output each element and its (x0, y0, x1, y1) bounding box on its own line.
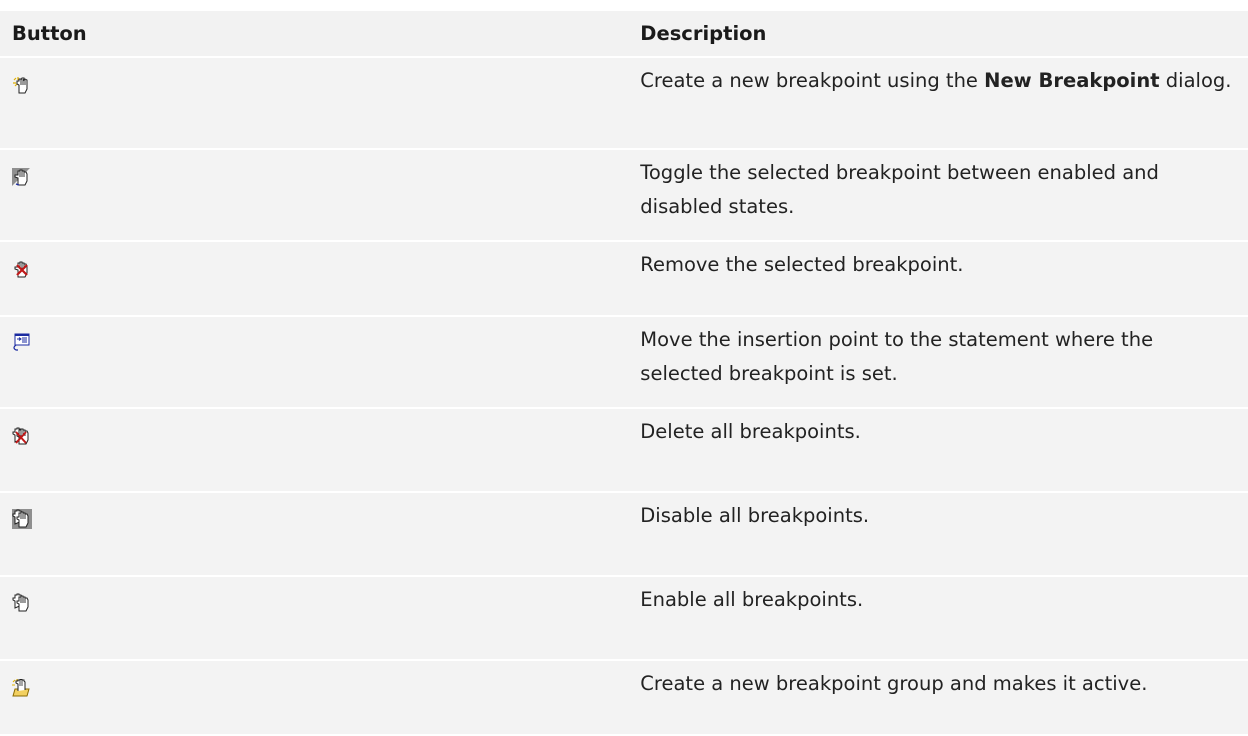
row-description: Disable all breakpoints. (626, 493, 1248, 575)
remove-breakpoint-hand-icon (12, 255, 30, 278)
row-description: Remove the selected breakpoint. (626, 242, 1248, 315)
new-breakpoint-hand-icon (12, 71, 30, 94)
row-description: Enable all breakpoints. (626, 577, 1248, 659)
table-row: Remove the selected breakpoint. (0, 242, 1248, 315)
column-header-description: Description (626, 11, 1248, 56)
table-row: Move the insertion point to the statemen… (0, 317, 1248, 407)
goto-statement-icon (12, 330, 30, 351)
row-description: Create a new breakpoint group and makes … (626, 661, 1248, 734)
disable-all-breakpoints-icon (12, 506, 32, 529)
table-row: Disable all breakpoints. (0, 493, 1248, 575)
table-row: Delete all breakpoints. (0, 409, 1248, 491)
table-row: Toggle the selected breakpoint between e… (0, 150, 1248, 240)
row-description: Toggle the selected breakpoint between e… (626, 150, 1248, 240)
row-description: Delete all breakpoints. (626, 409, 1248, 491)
enable-all-breakpoints-icon (12, 590, 32, 612)
table-row: Create a new breakpoint using the New Br… (0, 58, 1248, 148)
delete-all-breakpoints-icon (12, 422, 30, 445)
table-row: Create a new breakpoint group and makes … (0, 661, 1248, 734)
toggle-breakpoint-hand-icon (12, 163, 30, 186)
table-header-row: Button Description (0, 11, 1248, 56)
toolbar-buttons-table: Button Description Create a new breakpoi… (0, 9, 1248, 736)
row-description: Create a new breakpoint using the New Br… (626, 58, 1248, 148)
table-row: Enable all breakpoints. (0, 577, 1248, 659)
column-header-button: Button (0, 11, 627, 56)
dialog-name: New Breakpoint (984, 69, 1160, 92)
row-description: Move the insertion point to the statemen… (626, 317, 1248, 407)
new-breakpoint-group-icon (12, 674, 30, 697)
